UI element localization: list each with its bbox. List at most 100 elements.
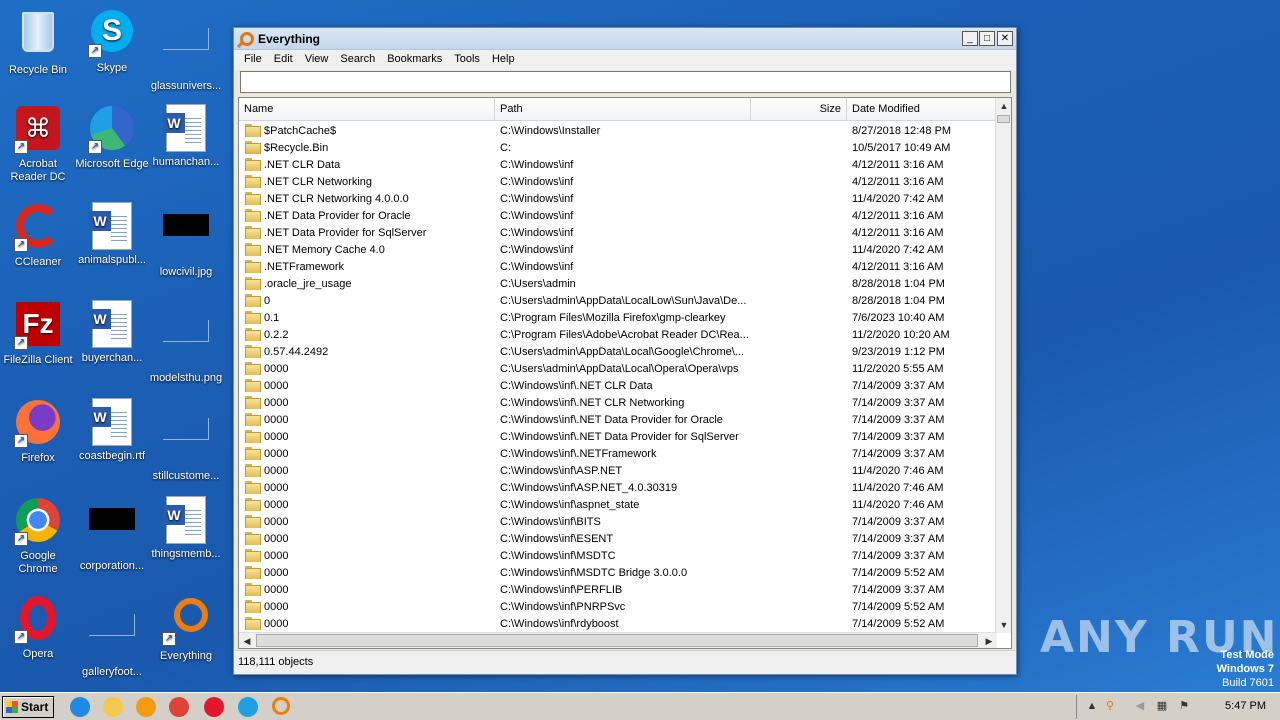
everything-window[interactable]: Everything _ □ ✕ File Edit View Search Bookm… [233,27,1017,675]
scroll-left-arrow[interactable]: ◀ [239,633,255,648]
desktop-icon-animalspubl[interactable]: Wanimalspubl... [74,202,150,267]
clock[interactable]: 5:47 PM [1225,700,1266,712]
desktop-icon-recycle-bin[interactable]: Recycle Bin [0,8,76,77]
everything-tray-icon[interactable]: ⚲ [1103,699,1117,713]
desktop-icon-opera[interactable]: ↗ Opera [0,594,76,661]
desktop-icon-ccleaner[interactable]: ↗ CCleaner [0,202,76,269]
desktop-icon-humanchan[interactable]: Whumanchan... [148,104,224,169]
desktop-icon-google-chrome[interactable]: ↗ Google Chrome [0,496,76,576]
table-row[interactable]: 0.1 C:\Program Files\Mozilla Firefox\gmp-… [239,309,997,326]
desktop-icon-thingsmemb[interactable]: Wthingsmemb... [148,496,224,561]
start-button[interactable]: Start [2,696,54,718]
table-row[interactable]: .NETFramework C:\Windows\inf 4/12/2011 3:1… [239,258,997,275]
table-row[interactable]: 0000 C:\Windows\inf\aspnet_state 11/4/2020… [239,496,997,513]
table-row[interactable]: 0000 C:\Windows\inf\.NET CLR Data 7/14/200… [239,377,997,394]
file-explorer-icon[interactable] [103,697,123,717]
table-row[interactable]: 0000 C:\Windows\inf\MSDTC 7/14/2009 3:37 A… [239,547,997,564]
desktop-icon-corporation[interactable]: corporation... [74,496,150,573]
table-row[interactable]: 0000 C:\Windows\inf\ASP.NET 11/4/2020 7:46… [239,462,997,479]
horizontal-scrollbar[interactable]: ◀ ▶ [239,632,997,648]
column-size-header[interactable]: Size [751,98,847,121]
table-row[interactable]: 0 C:\Users\admin\AppData\LocalLow\Sun\Jav… [239,292,997,309]
internet-explorer-icon[interactable] [70,697,90,717]
edge-icon[interactable] [238,697,258,717]
vertical-scroll-thumb[interactable] [997,115,1010,123]
maximize-button[interactable]: □ [979,31,995,46]
table-row[interactable]: 0.2.2 C:\Program Files\Adobe\Acrobat Read… [239,326,997,343]
table-row[interactable]: .NET CLR Networking 4.0.0.0 C:\Windows\in… [239,190,997,207]
action-center-flag-icon[interactable]: ⚑ [1177,699,1191,713]
desktop-icon-modelsthu[interactable]: modelsthu.png [148,300,224,385]
table-row[interactable]: .oracle_jre_usage C:\Users\admin 8/28/2018… [239,275,997,292]
title-bar[interactable]: Everything _ □ ✕ [234,28,1016,50]
vertical-scrollbar[interactable]: ▲ ▼ [995,98,1011,633]
desktop-icon-coastbegin[interactable]: Wcoastbegin.rtf [74,398,150,463]
menu-help[interactable]: Help [486,50,521,70]
desktop-icon-firefox[interactable]: ↗ Firefox [0,398,76,465]
table-row[interactable]: 0000 C:\Windows\inf\ASP.NET_4.0.30319 11/4… [239,479,997,496]
path-cell: C:\Windows\inf [500,243,574,256]
table-row[interactable]: $PatchCache$ C:\Windows\Installer 8/27/201… [239,122,997,139]
minimize-button[interactable]: _ [962,31,978,46]
file-name: 0.57.44.2492 [264,345,329,358]
table-row[interactable]: 0.57.44.2492 C:\Users\admin\AppData\Local… [239,343,997,360]
menu-view[interactable]: View [299,50,335,70]
column-date-header[interactable]: Date Modified [847,98,997,121]
results-list[interactable]: Name Path Size Date Modified $PatchCache… [238,97,1012,649]
desktop-icon-everything[interactable]: ↗ Everything [148,594,224,663]
table-row[interactable]: .NET CLR Networking C:\Windows\inf 4/12/20… [239,173,997,190]
table-row[interactable]: 0000 C:\Windows\inf\.NET CLR Networking 7/… [239,394,997,411]
date-cell: 4/12/2011 3:16 AM [852,158,944,171]
horizontal-scroll-thumb[interactable] [256,634,978,647]
menu-bookmarks[interactable]: Bookmarks [381,50,448,70]
show-hidden-icons-icon[interactable]: ▲ [1085,699,1099,713]
table-row[interactable]: 0000 C:\Windows\inf\ESENT 7/14/2009 3:37 A… [239,530,997,547]
network-icon[interactable]: ▦ [1155,699,1169,713]
table-row[interactable]: 0000 C:\Windows\inf\PNRPSvc 7/14/2009 5:52… [239,598,997,615]
desktop-icon-galleryfoot[interactable]: galleryfoot... [74,594,150,679]
table-row[interactable]: .NET Data Provider for Oracle C:\Windows\… [239,207,997,224]
table-row[interactable]: 0000 C:\Windows\inf\rdyboost 7/14/2009 5:5… [239,615,997,632]
desktop-icon-buyerchan[interactable]: Wbuyerchan... [74,300,150,365]
search-input[interactable] [240,71,1011,93]
table-row[interactable]: 0000 C:\Windows\inf\.NET Data Provider fo… [239,411,997,428]
desktop-icon-lowcivil[interactable]: lowcivil.jpg [148,202,224,279]
desktop-icon-stillcustome[interactable]: stillcustome... [148,398,224,483]
table-row[interactable]: 0000 C:\Windows\inf\MSDTC Bridge 3.0.0.0 7… [239,564,997,581]
table-row[interactable]: 0000 C:\Users\admin\AppData\Local\Opera\O… [239,360,997,377]
column-path-header[interactable]: Path [495,98,751,121]
table-row[interactable]: 0000 C:\Windows\inf\PERFLIB 7/14/2009 3:37… [239,581,997,598]
name-cell: 0.2.2 [239,328,495,341]
column-name-header[interactable]: Name [239,98,495,121]
scroll-down-arrow[interactable]: ▼ [996,617,1011,633]
menu-search[interactable]: Search [334,50,381,70]
desktop-icon-glassunivers[interactable]: glassunivers... [148,8,224,93]
table-row[interactable]: .NET CLR Data C:\Windows\inf 4/12/2011 3:1… [239,156,997,173]
desktop-icon-filezilla[interactable]: Fz ↗ FileZilla Client [0,300,76,367]
scroll-up-arrow[interactable]: ▲ [996,98,1011,114]
volume-icon[interactable]: ◀ [1133,699,1147,713]
table-row[interactable]: 0000 C:\Windows\inf\.NET Data Provider fo… [239,428,997,445]
menu-edit[interactable]: Edit [268,50,299,70]
menu-tools[interactable]: Tools [448,50,486,70]
scroll-right-arrow[interactable]: ▶ [981,633,997,648]
desktop-icon-microsoft-edge[interactable]: ↗ Microsoft Edge [74,104,150,171]
everything-icon[interactable] [272,697,290,715]
table-row[interactable]: 0000 C:\Windows\inf\.NETFramework 7/14/200… [239,445,997,462]
animalspubl-icon: W [88,202,136,250]
windows-flag-icon [6,701,18,713]
table-row[interactable]: $Recycle.Bin C: 10/5/2017 10:49 AM [239,139,997,156]
chrome-icon[interactable] [169,697,189,717]
desktop-icon-skype[interactable]: S ↗ Skype [74,8,150,75]
menu-file[interactable]: File [238,50,268,70]
media-player-icon[interactable] [136,697,156,717]
table-row[interactable]: .NET Memory Cache 4.0 C:\Windows\inf 11/4/… [239,241,997,258]
test-mode-line3: Build 7601 [1222,677,1274,689]
glassunivers-icon [162,28,210,76]
table-row[interactable]: .NET Data Provider for SqlServer C:\Windo… [239,224,997,241]
opera-icon[interactable] [204,697,224,717]
desktop-icon-acrobat-reader[interactable]: ⌘ ↗ Acrobat Reader DC [0,104,76,184]
name-cell: 0000 [239,600,495,613]
close-button[interactable]: ✕ [997,31,1013,46]
table-row[interactable]: 0000 C:\Windows\inf\BITS 7/14/2009 3:37 AM [239,513,997,530]
